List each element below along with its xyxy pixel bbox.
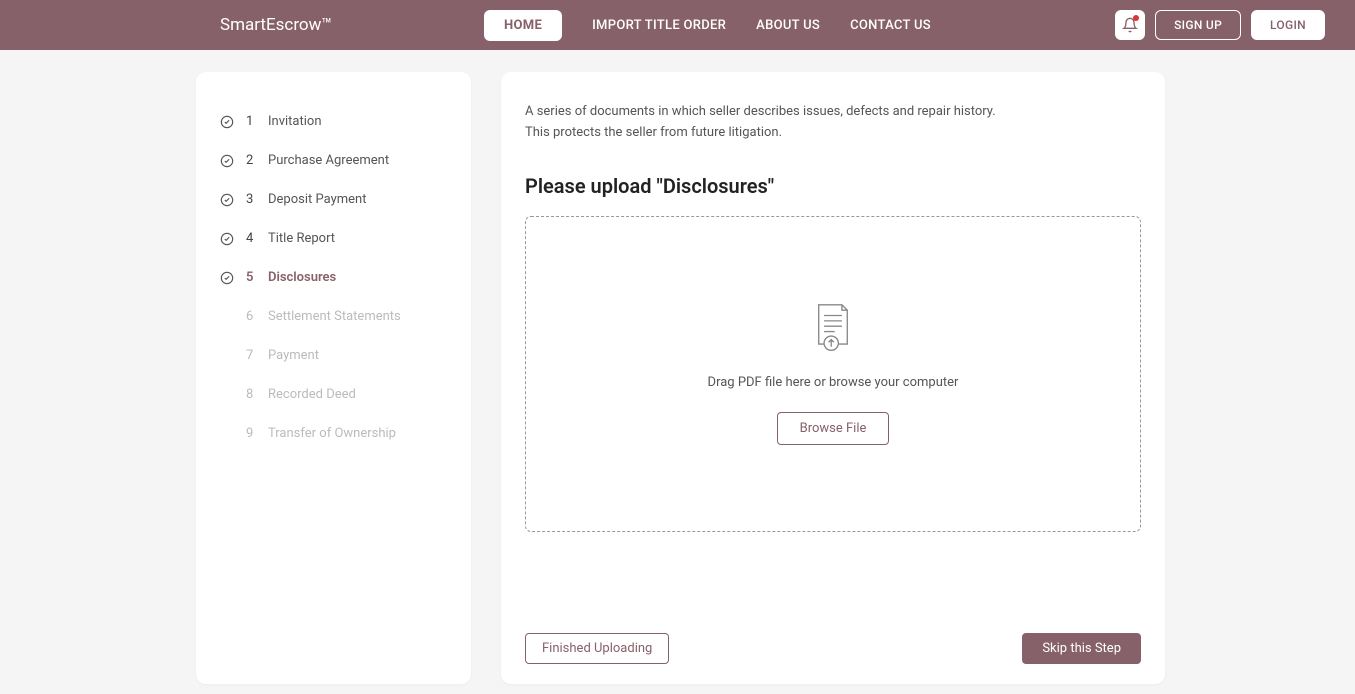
- step-item[interactable]: 9 Transfer of Ownership: [220, 414, 447, 453]
- dropzone-text: Drag PDF file here or browse your comput…: [708, 375, 959, 390]
- notifications-button[interactable]: [1115, 10, 1145, 40]
- step-label: Transfer of Ownership: [268, 426, 396, 441]
- step-number: 6: [246, 309, 256, 324]
- step-item[interactable]: 6 Settlement Statements: [220, 297, 447, 336]
- main-layout: 1 Invitation 2 Purchase Agreement 3 Deposit P…: [0, 50, 1355, 684]
- check-circle-icon: [220, 271, 234, 285]
- skip-step-button[interactable]: Skip this Step: [1022, 633, 1141, 664]
- nav-contact-us[interactable]: CONTACT US: [850, 18, 931, 33]
- step-item[interactable]: 3 Deposit Payment: [220, 180, 447, 219]
- step-item[interactable]: 5 Disclosures: [220, 258, 447, 297]
- header-actions: SIGN UP LOGIN: [1115, 10, 1325, 40]
- step-label: Invitation: [268, 114, 322, 129]
- nav-home[interactable]: HOME: [484, 10, 562, 41]
- main-nav: HOME IMPORT TITLE ORDER ABOUT US CONTACT…: [484, 10, 931, 41]
- file-dropzone[interactable]: Drag PDF file here or browse your comput…: [525, 216, 1141, 532]
- step-item[interactable]: 1 Invitation: [220, 102, 447, 141]
- check-circle-icon: [220, 115, 234, 129]
- step-label: Title Report: [268, 231, 335, 246]
- steps-sidebar: 1 Invitation 2 Purchase Agreement 3 Deposit P…: [196, 72, 471, 684]
- step-label: Payment: [268, 348, 319, 363]
- step-label: Disclosures: [268, 270, 336, 285]
- step-item[interactable]: 8 Recorded Deed: [220, 375, 447, 414]
- step-item[interactable]: 4 Title Report: [220, 219, 447, 258]
- step-description: A series of documents in which seller de…: [525, 102, 1141, 144]
- nav-about-us[interactable]: ABOUT US: [756, 18, 820, 33]
- step-number: 4: [246, 231, 256, 246]
- step-number: 8: [246, 387, 256, 402]
- step-label: Deposit Payment: [268, 192, 366, 207]
- description-line-1: A series of documents in which seller de…: [525, 104, 996, 119]
- notification-dot-icon: [1133, 15, 1139, 21]
- step-label: Recorded Deed: [268, 387, 356, 402]
- check-circle-icon: [220, 154, 234, 168]
- description-line-2: This protects the seller from future lit…: [525, 125, 782, 140]
- document-upload-icon: [811, 303, 855, 353]
- step-number: 2: [246, 153, 256, 168]
- check-circle-icon: [220, 232, 234, 246]
- step-label: Settlement Statements: [268, 309, 401, 324]
- brand-logo[interactable]: SmartEscrow™: [220, 15, 332, 35]
- step-number: 1: [246, 114, 256, 129]
- step-item[interactable]: 2 Purchase Agreement: [220, 141, 447, 180]
- step-number: 9: [246, 426, 256, 441]
- check-circle-icon: [220, 193, 234, 207]
- content-panel: A series of documents in which seller de…: [501, 72, 1165, 684]
- content-footer: Finished Uploading Skip this Step: [525, 633, 1141, 664]
- step-item[interactable]: 7 Payment: [220, 336, 447, 375]
- upload-heading: Please upload "Disclosures": [525, 174, 1141, 198]
- step-label: Purchase Agreement: [268, 153, 389, 168]
- browse-file-button[interactable]: Browse File: [777, 412, 890, 445]
- signup-button[interactable]: SIGN UP: [1155, 10, 1241, 40]
- step-number: 3: [246, 192, 256, 207]
- login-button[interactable]: LOGIN: [1251, 10, 1325, 40]
- step-number: 5: [246, 270, 256, 285]
- finished-uploading-button[interactable]: Finished Uploading: [525, 633, 669, 664]
- nav-import-title-order[interactable]: IMPORT TITLE ORDER: [592, 18, 726, 33]
- top-nav: SmartEscrow™ HOME IMPORT TITLE ORDER ABO…: [0, 0, 1355, 50]
- step-number: 7: [246, 348, 256, 363]
